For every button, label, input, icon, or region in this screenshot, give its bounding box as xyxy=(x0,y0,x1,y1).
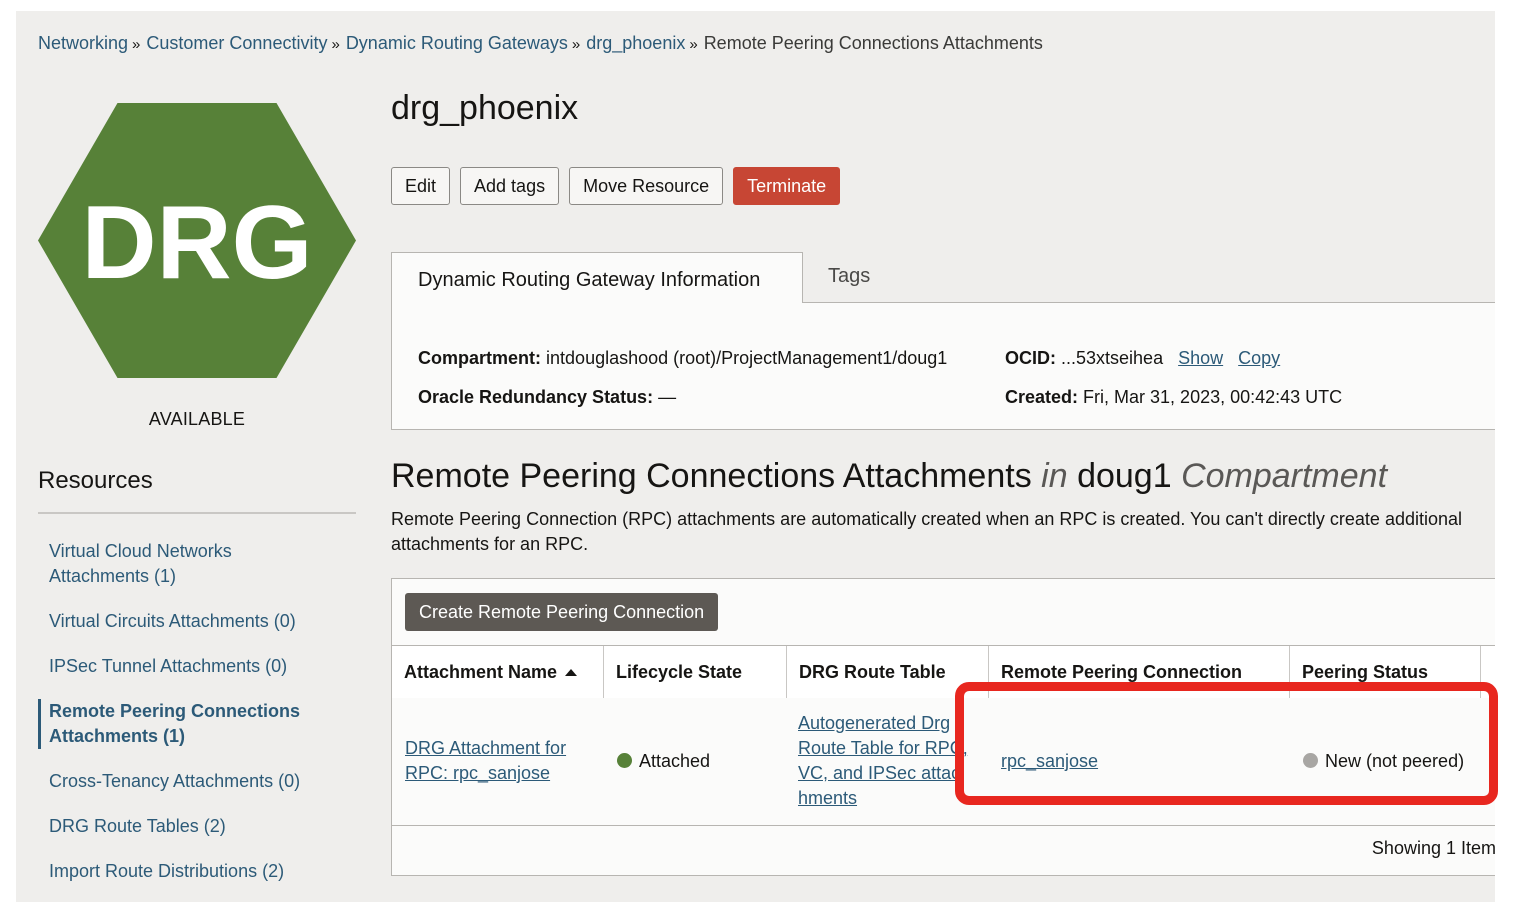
breadcrumb-dynamic-routing-gateways[interactable]: Dynamic Routing Gateways xyxy=(346,33,568,53)
lifecycle-state-value: Attached xyxy=(639,751,711,771)
not-peered-status-dot-icon xyxy=(1303,753,1318,768)
resources-nav: Virtual Cloud Networks Attachments (1) V… xyxy=(38,539,356,902)
attached-status-dot-icon xyxy=(617,753,632,768)
ocid-value: ...53xtseihea xyxy=(1061,348,1164,368)
column-header-truncated xyxy=(1481,646,1495,698)
move-resource-button[interactable]: Move Resource xyxy=(569,167,724,205)
create-remote-peering-connection-button[interactable]: Create Remote Peering Connection xyxy=(405,593,719,631)
section-title-compartment: doug1 xyxy=(1077,457,1172,495)
redundancy-value: — xyxy=(658,387,677,407)
remote-peering-connection-link[interactable]: rpc_sanjose xyxy=(1001,751,1098,771)
page-background: Networking» Customer Connectivity» Dynamic… xyxy=(16,11,1495,902)
compartment-label: Compartment: xyxy=(418,348,542,368)
sidebar-item-import-route-distributions[interactable]: Import Route Distributions (2) xyxy=(38,859,356,884)
table-header: Attachment Name Lifecycle State DRG Rout… xyxy=(392,645,1495,699)
sort-ascending-icon xyxy=(565,669,578,676)
peering-status-cell: New (not peered) xyxy=(1303,749,1464,774)
sidebar-item-drg-route-tables[interactable]: DRG Route Tables (2) xyxy=(38,814,356,839)
lifecycle-state-cell: Attached xyxy=(617,749,710,774)
breadcrumb-separator: » xyxy=(331,36,340,53)
sidebar-item-ipsec-tunnel-attachments[interactable]: IPSec Tunnel Attachments (0) xyxy=(38,654,356,679)
compartment-row: Compartment: intdouglashood (root)/Proje… xyxy=(418,348,947,369)
breadcrumb-separator: » xyxy=(571,36,581,53)
breadcrumb-drg-phoenix[interactable]: drg_phoenix xyxy=(586,33,685,53)
created-label: Created: xyxy=(1005,387,1079,407)
compartment-value: intdouglashood (root)/ProjectManagement1… xyxy=(546,348,948,368)
redundancy-label: Oracle Redundancy Status: xyxy=(418,387,654,407)
edit-button[interactable]: Edit xyxy=(391,167,451,205)
info-tabs: Dynamic Routing Gateway Information Tags xyxy=(391,252,1495,303)
route-table-cell: Autogenerated Drg Route Table for RPC, V… xyxy=(798,711,968,813)
lifecycle-status-label: AVAILABLE xyxy=(148,409,246,429)
attachments-table-panel: Create Remote Peering Connection Attachm… xyxy=(391,578,1495,876)
table-row: DRG Attachment for RPC: rpc_sanjose Atta… xyxy=(392,698,1495,826)
divider xyxy=(38,512,356,514)
sidebar-item-rpc-attachments[interactable]: Remote Peering Connections Attachments (… xyxy=(38,699,314,749)
sidebar-item-vcn-attachments[interactable]: Virtual Cloud Networks Attachments (1) xyxy=(38,539,259,589)
terminate-button[interactable]: Terminate xyxy=(733,167,841,205)
badge-text: DRG xyxy=(81,185,312,301)
breadcrumb-separator: » xyxy=(132,36,141,53)
column-header-peering-status: Peering Status xyxy=(1290,646,1481,698)
section-title: Remote Peering Connections Attachments i… xyxy=(391,457,1387,496)
resources-heading: Resources xyxy=(38,467,153,494)
tab-dynamic-routing-gateway-information[interactable]: Dynamic Routing Gateway Information xyxy=(391,252,803,303)
section-title-main: Remote Peering Connections Attachments xyxy=(391,457,1032,495)
ocid-show-link[interactable]: Show xyxy=(1178,348,1223,368)
redundancy-row: Oracle Redundancy Status: — xyxy=(418,387,676,408)
sidebar-item-cross-tenancy-attachments[interactable]: Cross-Tenancy Attachments (0) xyxy=(38,769,356,794)
add-tags-button[interactable]: Add tags xyxy=(460,167,560,205)
breadcrumb-networking[interactable]: Networking xyxy=(38,33,128,53)
action-toolbar: Edit Add tags Move Resource Terminate xyxy=(391,167,841,205)
attachment-name-link[interactable]: DRG Attachment for RPC: rpc_sanjose xyxy=(405,738,566,783)
column-header-label: Attachment Name xyxy=(404,662,558,682)
column-header-drg-route-table: DRG Route Table xyxy=(787,646,989,698)
column-header-attachment-name[interactable]: Attachment Name xyxy=(392,646,604,698)
attachment-name-cell: DRG Attachment for RPC: rpc_sanjose xyxy=(405,736,585,786)
ocid-copy-link[interactable]: Copy xyxy=(1238,348,1280,368)
created-row: Created: Fri, Mar 31, 2023, 00:42:43 UTC xyxy=(1005,387,1342,408)
breadcrumb-customer-connectivity[interactable]: Customer Connectivity xyxy=(146,33,327,53)
route-table-link[interactable]: Autogenerated Drg Route Table for RPC, V… xyxy=(798,713,968,808)
column-header-lifecycle-state: Lifecycle State xyxy=(604,646,787,698)
info-panel: Compartment: intdouglashood (root)/Proje… xyxy=(391,302,1495,430)
page-title: drg_phoenix xyxy=(391,89,579,127)
ocid-row: OCID: ...53xtseihea Show Copy xyxy=(1005,348,1280,369)
ocid-label: OCID: xyxy=(1005,348,1056,368)
section-description: Remote Peering Connection (RPC) attachme… xyxy=(391,509,1462,554)
column-header-remote-peering-connection: Remote Peering Connection xyxy=(989,646,1290,698)
created-value: Fri, Mar 31, 2023, 00:42:43 UTC xyxy=(1083,387,1343,407)
remote-peering-connection-cell: rpc_sanjose xyxy=(1001,749,1098,774)
sidebar-item-virtual-circuits-attachments[interactable]: Virtual Circuits Attachments (0) xyxy=(38,609,356,634)
table-footer-count: Showing 1 Item xyxy=(1371,838,1495,858)
drg-hexagon-badge: DRG xyxy=(38,103,356,378)
breadcrumb: Networking» Customer Connectivity» Dynamic… xyxy=(38,33,1043,54)
tab-tags[interactable]: Tags xyxy=(828,252,870,303)
breadcrumb-separator: » xyxy=(689,36,698,53)
section-title-in: in xyxy=(1041,457,1068,495)
section-title-compartment-word: Compartment xyxy=(1181,457,1388,495)
peering-status-value: New (not peered) xyxy=(1325,751,1465,771)
breadcrumb-current: Remote Peering Connections Attachments xyxy=(703,33,1043,53)
